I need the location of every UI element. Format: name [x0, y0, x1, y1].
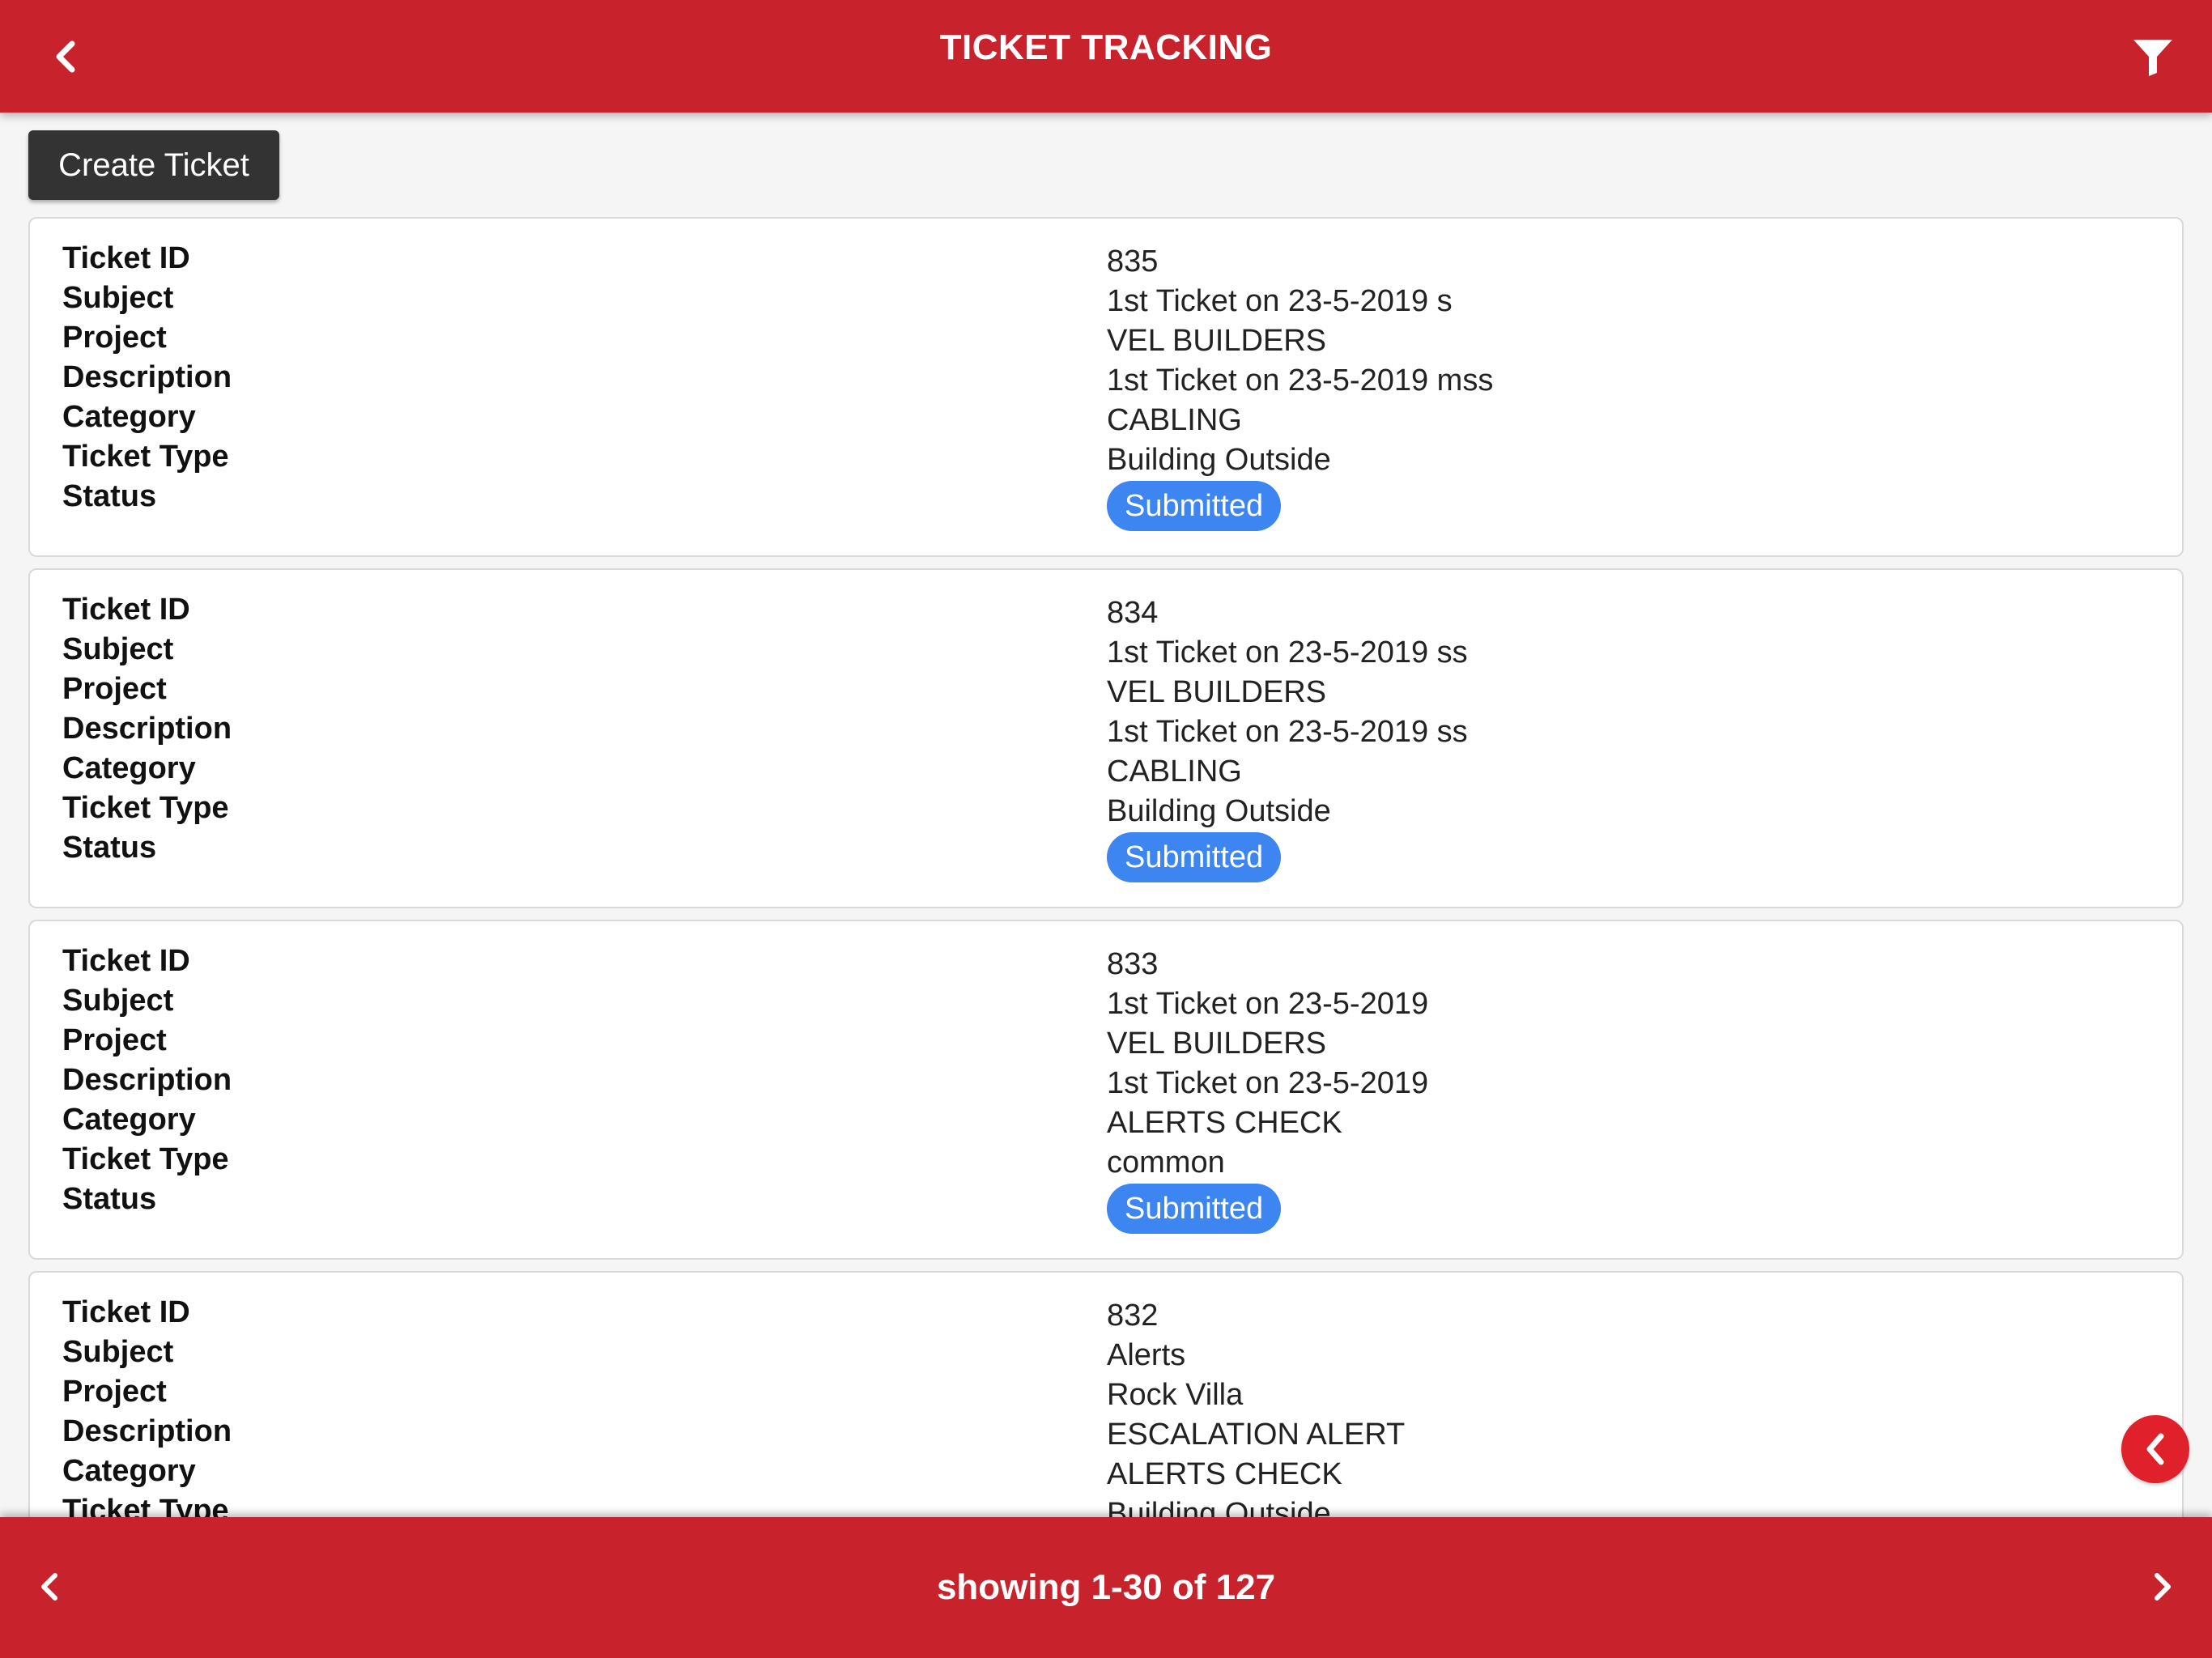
- create-ticket-button[interactable]: Create Ticket: [28, 130, 279, 200]
- project-label: Project: [62, 672, 167, 706]
- ticket-card[interactable]: Ticket ID 832 Subject Alerts Project Roc…: [28, 1271, 2184, 1517]
- category-label: Category: [62, 1454, 196, 1488]
- status-row: Status: [30, 1182, 2182, 1222]
- description-value: 1st Ticket on 23-5-2019: [1107, 1066, 1429, 1100]
- filter-icon: [2133, 40, 2172, 76]
- category-value: CABLING: [1107, 403, 1242, 437]
- project-value: Rock Villa: [1107, 1378, 1244, 1412]
- description-label: Description: [62, 360, 232, 394]
- project-label: Project: [62, 1375, 167, 1409]
- project-row: Project VEL BUILDERS: [30, 321, 2182, 360]
- subject-label: Subject: [62, 984, 174, 1018]
- category-label: Category: [62, 400, 196, 434]
- project-value: VEL BUILDERS: [1107, 675, 1327, 709]
- description-row: Description 1st Ticket on 23-5-2019 mss: [30, 360, 2182, 400]
- category-value: ALERTS CHECK: [1107, 1457, 1342, 1491]
- pagination-bar: showing 1-30 of 127: [0, 1517, 2212, 1658]
- ticket-type-label: Ticket Type: [62, 440, 229, 474]
- page-title: TICKET TRACKING: [939, 28, 1273, 67]
- next-page-button[interactable]: [2139, 1562, 2188, 1611]
- ticket-type-label: Ticket Type: [62, 791, 229, 825]
- category-row: Category ALERTS CHECK: [30, 1454, 2182, 1494]
- pagination-text: showing 1-30 of 127: [936, 1567, 1276, 1607]
- ticket-id-row: Ticket ID 834: [30, 593, 2182, 632]
- status-badge: Submitted: [1107, 481, 1282, 531]
- status-label: Status: [62, 831, 157, 865]
- ticket-id-label: Ticket ID: [62, 241, 190, 275]
- ticket-id-label: Ticket ID: [62, 593, 190, 627]
- subject-value: 1st Ticket on 23-5-2019 ss: [1107, 636, 1468, 670]
- ticket-type-row: Ticket Type common: [30, 1142, 2182, 1182]
- subject-row: Subject 1st Ticket on 23-5-2019 ss: [30, 632, 2182, 672]
- status-label: Status: [62, 1182, 157, 1216]
- description-row: Description ESCALATION ALERT: [30, 1414, 2182, 1454]
- description-label: Description: [62, 712, 232, 746]
- ticket-type-row: Ticket Type Building Outside: [30, 1494, 2182, 1517]
- ticket-id-value: 833: [1107, 947, 1159, 981]
- subject-label: Subject: [62, 632, 174, 666]
- category-row: Category CABLING: [30, 400, 2182, 440]
- description-row: Description 1st Ticket on 23-5-2019: [30, 1063, 2182, 1103]
- description-label: Description: [62, 1063, 232, 1097]
- project-value: VEL BUILDERS: [1107, 1027, 1327, 1061]
- ticket-list: Ticket ID 835 Subject 1st Ticket on 23-5…: [28, 217, 2184, 1517]
- subject-row: Subject Alerts: [30, 1335, 2182, 1375]
- ticket-type-value: Building Outside: [1107, 1497, 1331, 1517]
- ticket-id-label: Ticket ID: [62, 1295, 190, 1329]
- ticket-id-row: Ticket ID 833: [30, 944, 2182, 984]
- description-row: Description 1st Ticket on 23-5-2019 ss: [30, 712, 2182, 751]
- category-label: Category: [62, 751, 196, 785]
- category-value: CABLING: [1107, 755, 1242, 789]
- ticket-id-row: Ticket ID 832: [30, 1295, 2182, 1335]
- ticket-type-value: common: [1107, 1146, 1225, 1180]
- filter-button[interactable]: [2126, 31, 2180, 84]
- category-row: Category ALERTS CHECK: [30, 1103, 2182, 1142]
- ticket-id-value: 834: [1107, 596, 1159, 630]
- ticket-id-value: 832: [1107, 1299, 1159, 1333]
- description-value: 1st Ticket on 23-5-2019 ss: [1107, 715, 1468, 749]
- chevron-right-icon: [2155, 1573, 2171, 1601]
- project-row: Project VEL BUILDERS: [30, 672, 2182, 712]
- ticket-card[interactable]: Ticket ID 835 Subject 1st Ticket on 23-5…: [28, 217, 2184, 557]
- project-label: Project: [62, 321, 167, 355]
- ticket-type-value: Building Outside: [1107, 443, 1331, 477]
- status-badge: Submitted: [1107, 1184, 1282, 1234]
- description-label: Description: [62, 1414, 232, 1448]
- side-panel-toggle-button[interactable]: [2121, 1415, 2189, 1483]
- subject-label: Subject: [62, 1335, 174, 1369]
- status-label: Status: [62, 479, 157, 513]
- ticket-type-row: Ticket Type Building Outside: [30, 791, 2182, 831]
- status-row: Status: [30, 479, 2182, 519]
- ticket-id-value: 835: [1107, 244, 1159, 278]
- ticket-type-value: Building Outside: [1107, 794, 1331, 828]
- project-label: Project: [62, 1023, 167, 1057]
- description-value: 1st Ticket on 23-5-2019 mss: [1107, 363, 1494, 397]
- category-label: Category: [62, 1103, 196, 1137]
- subject-row: Subject 1st Ticket on 23-5-2019: [30, 984, 2182, 1023]
- project-value: VEL BUILDERS: [1107, 324, 1327, 358]
- project-row: Project VEL BUILDERS: [30, 1023, 2182, 1063]
- app-header: TICKET TRACKING: [0, 0, 2212, 113]
- ticket-type-label: Ticket Type: [62, 1142, 229, 1176]
- ticket-card[interactable]: Ticket ID 834 Subject 1st Ticket on 23-5…: [28, 568, 2184, 908]
- project-row: Project Rock Villa: [30, 1375, 2182, 1414]
- subject-row: Subject 1st Ticket on 23-5-2019 s: [30, 281, 2182, 321]
- status-row: Status: [30, 831, 2182, 870]
- chevron-left-icon: [2146, 1433, 2164, 1465]
- description-value: ESCALATION ALERT: [1107, 1418, 1406, 1452]
- subject-value: Alerts: [1107, 1338, 1186, 1372]
- category-row: Category CABLING: [30, 751, 2182, 791]
- status-badge: Submitted: [1107, 832, 1282, 882]
- subject-label: Subject: [62, 281, 174, 315]
- ticket-type-label: Ticket Type: [62, 1494, 229, 1517]
- ticket-id-label: Ticket ID: [62, 944, 190, 978]
- ticket-id-row: Ticket ID 835: [30, 241, 2182, 281]
- subject-value: 1st Ticket on 23-5-2019 s: [1107, 284, 1453, 318]
- ticket-card[interactable]: Ticket ID 833 Subject 1st Ticket on 23-5…: [28, 920, 2184, 1260]
- ticket-type-row: Ticket Type Building Outside: [30, 440, 2182, 479]
- subject-value: 1st Ticket on 23-5-2019: [1107, 987, 1429, 1021]
- category-value: ALERTS CHECK: [1107, 1106, 1342, 1140]
